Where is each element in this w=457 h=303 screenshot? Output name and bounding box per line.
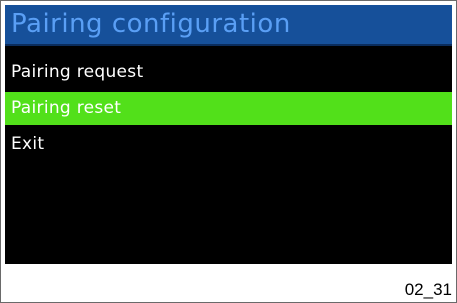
figure-id: 02_31 <box>404 280 452 299</box>
menu-item-pairing-reset[interactable]: Pairing reset <box>5 92 452 125</box>
screen-title: Pairing configuration <box>11 9 291 39</box>
menu-item-label: Pairing reset <box>11 98 122 118</box>
title-bar: Pairing configuration <box>5 5 452 46</box>
menu-item-label: Exit <box>11 134 45 154</box>
menu-item-label: Pairing request <box>11 62 144 82</box>
menu-list: Pairing request Pairing reset Exit <box>5 56 452 161</box>
device-display: Pairing configuration Pairing request Pa… <box>5 5 452 264</box>
menu-item-pairing-request[interactable]: Pairing request <box>5 56 452 89</box>
figure-frame: Pairing configuration Pairing request Pa… <box>0 0 457 303</box>
menu-item-exit[interactable]: Exit <box>5 128 452 161</box>
